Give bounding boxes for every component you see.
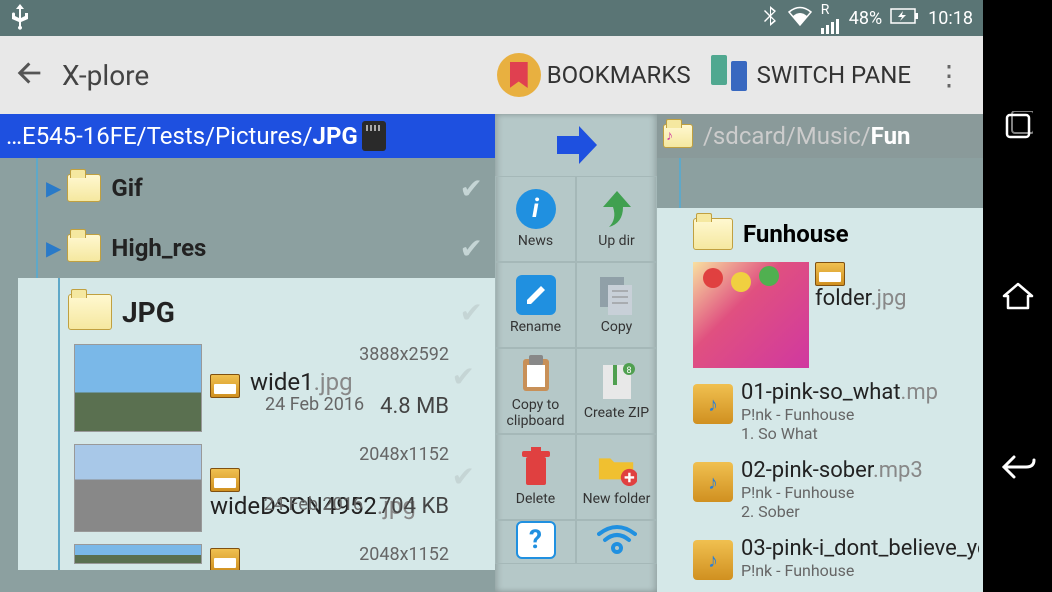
app-title: X-plore xyxy=(62,59,149,92)
thumbnail xyxy=(74,344,202,432)
right-pane: /sdcard/Music/Fun Funhouse folder.jpg xyxy=(657,114,983,592)
new-folder-button[interactable]: New folder xyxy=(576,434,657,520)
more-menu-icon[interactable]: ⋮ xyxy=(927,59,971,92)
switch-pane-icon xyxy=(707,53,751,97)
delete-button[interactable]: Delete xyxy=(495,434,576,520)
check-icon[interactable]: ✔ xyxy=(460,296,483,329)
create-zip-button[interactable]: 8 Create ZIP xyxy=(576,348,657,434)
question-icon: ? xyxy=(516,521,556,559)
transfer-arrow[interactable] xyxy=(495,114,657,176)
wifi-icon xyxy=(787,5,813,32)
audio-file-icon xyxy=(693,540,733,580)
image-file-icon xyxy=(210,374,240,398)
usb-icon xyxy=(10,2,30,35)
file-date: 24 Feb 2016 xyxy=(264,494,363,519)
wifi-button[interactable] xyxy=(576,520,657,564)
home-button[interactable] xyxy=(983,251,1052,341)
appbar: X-plore BOOKMARKS SWITCH PANE ⋮ xyxy=(0,36,983,114)
file-date: 24 Feb 2016 xyxy=(265,394,364,419)
battery-icon xyxy=(890,7,920,30)
status-time: 10:18 xyxy=(928,8,973,29)
image-file-icon xyxy=(210,548,240,570)
file-resolution: 3888x2592 xyxy=(359,344,449,365)
center-toolbar: i News Up dir Rename Copy Copy to xyxy=(495,114,657,592)
folder-icon xyxy=(693,218,733,250)
file-resolution: 2048x1152 xyxy=(359,544,449,565)
music-folder-icon xyxy=(663,124,693,148)
file-size: 4.8 MB xyxy=(380,394,449,419)
file-size: 704 KB xyxy=(379,494,449,519)
right-pathbar[interactable]: /sdcard/Music/Fun xyxy=(657,114,983,158)
back-icon[interactable] xyxy=(12,56,46,94)
file-row[interactable]: 3888x2592 wide1.jpg 24 Feb 20164.8 MB ✔ xyxy=(68,340,495,440)
battery-percent: 48% xyxy=(849,8,882,29)
thumbnail xyxy=(74,444,202,532)
android-navbar xyxy=(983,0,1052,592)
album-art xyxy=(693,262,809,368)
thumbnail xyxy=(74,544,202,564)
switch-pane-button[interactable]: SWITCH PANE xyxy=(707,53,911,97)
file-row[interactable]: 01-pink-so_what.mp P!nk - Funhouse 1. So… xyxy=(693,376,983,454)
file-row[interactable]: 2048x1152 wideDSCN4952.jpg 24 Feb 201670… xyxy=(68,440,495,540)
check-icon[interactable]: ✔ xyxy=(460,232,483,265)
up-arrow-icon xyxy=(597,189,637,229)
bookmark-icon xyxy=(497,53,541,97)
open-folder-header[interactable]: JPG ✔ xyxy=(68,294,495,340)
copy-icon xyxy=(597,275,637,315)
wifi-icon xyxy=(597,521,637,559)
up-dir-button[interactable]: Up dir xyxy=(576,176,657,262)
clipboard-icon xyxy=(516,353,556,393)
back-button[interactable] xyxy=(983,422,1052,512)
left-pathbar[interactable]: …E545-16FE/Tests/Pictures/JPG xyxy=(0,114,495,158)
open-folder-header[interactable]: Funhouse xyxy=(693,218,983,258)
rename-button[interactable]: Rename xyxy=(495,262,576,348)
file-row[interactable]: 03-pink-i_dont_believe_you. P!nk - Funho… xyxy=(693,532,983,592)
new-folder-icon xyxy=(597,447,637,487)
image-file-icon xyxy=(815,262,845,286)
info-icon: i xyxy=(516,189,556,229)
check-icon[interactable]: ✔ xyxy=(460,172,483,205)
zip-icon: 8 xyxy=(597,361,637,401)
trash-icon xyxy=(516,447,556,487)
file-resolution: 2048x1152 xyxy=(359,444,449,465)
audio-file-icon xyxy=(693,384,733,424)
signal-icon: R xyxy=(821,2,841,34)
file-row[interactable]: 02-pink-sober.mp3 P!nk - Funhouse 2. Sob… xyxy=(693,454,983,532)
copy-button[interactable]: Copy xyxy=(576,262,657,348)
file-row[interactable]: 2048x1152 xyxy=(68,540,495,570)
bookmarks-button[interactable]: BOOKMARKS xyxy=(497,53,691,97)
check-icon[interactable]: ✔ xyxy=(452,460,475,493)
pencil-icon xyxy=(516,275,556,315)
left-pane: …E545-16FE/Tests/Pictures/JPG ▶ Gif ✔ ▶ xyxy=(0,114,495,592)
bluetooth-icon xyxy=(761,4,779,33)
check-icon[interactable]: ✔ xyxy=(452,360,475,393)
folder-icon xyxy=(67,234,101,262)
folder-icon xyxy=(67,174,101,202)
recent-apps-button[interactable] xyxy=(983,81,1052,171)
folder-gif[interactable]: ▶ Gif ✔ xyxy=(18,158,495,218)
svg-text:8: 8 xyxy=(626,366,631,376)
open-folder-funhouse: Funhouse folder.jpg 01-pink-so_what.m xyxy=(657,208,983,592)
expand-icon[interactable]: ▶ xyxy=(46,176,61,200)
folder-highres[interactable]: ▶ High_res ✔ xyxy=(18,218,495,278)
file-row[interactable]: folder.jpg xyxy=(693,258,983,376)
expand-icon[interactable]: ▶ xyxy=(46,236,61,260)
audio-file-icon xyxy=(693,462,733,502)
image-file-icon xyxy=(210,468,240,492)
statusbar: R 48% 10:18 xyxy=(0,0,983,36)
news-button[interactable]: i News xyxy=(495,176,576,262)
sdcard-icon xyxy=(362,121,386,151)
copy-clipboard-button[interactable]: Copy to clipboard xyxy=(495,348,576,434)
folder-icon xyxy=(68,294,112,330)
current-folder-jpg: JPG ✔ 3888x2592 wide1.jpg xyxy=(18,278,495,570)
help-button[interactable]: ? xyxy=(495,520,576,564)
